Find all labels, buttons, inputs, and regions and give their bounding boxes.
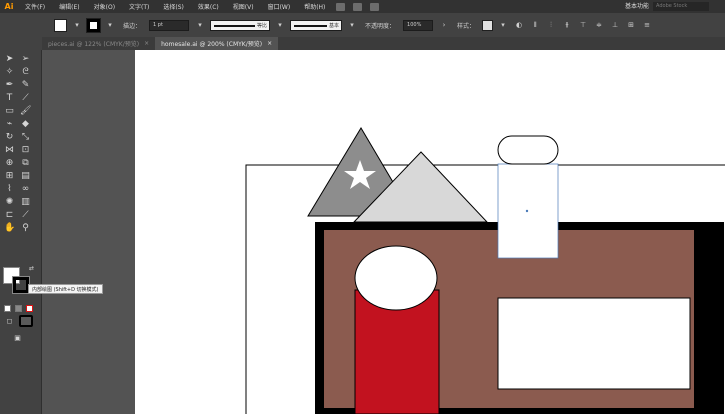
none-mode-icon[interactable] bbox=[26, 305, 33, 312]
graphic-style-swatch[interactable] bbox=[482, 19, 494, 31]
rectangle-tool-icon[interactable]: ▭ bbox=[4, 106, 15, 117]
paintbrush-tool-icon[interactable]: 🖌 bbox=[20, 106, 31, 117]
shaper-tool-icon[interactable]: ⌁ bbox=[4, 119, 15, 130]
stroke-swatch[interactable] bbox=[12, 276, 30, 294]
style-label: 样式： bbox=[457, 22, 476, 30]
close-icon[interactable]: × bbox=[144, 40, 149, 47]
selection-tool-icon[interactable]: ➤ bbox=[4, 54, 15, 65]
align-center-icon[interactable]: ⫶ bbox=[546, 20, 556, 30]
door-arch[interactable] bbox=[354, 245, 438, 311]
menu-object[interactable]: 对象(O) bbox=[87, 2, 122, 11]
symbol-sprayer-tool-icon[interactable]: ✺ bbox=[4, 197, 15, 208]
screen-mode-icon[interactable]: ▣ bbox=[12, 333, 23, 344]
chevron-down-icon[interactable]: ▾ bbox=[105, 20, 115, 30]
arrange-documents-icon[interactable] bbox=[370, 2, 380, 11]
chevron-down-icon[interactable]: ▾ bbox=[347, 20, 357, 30]
chevron-right-icon[interactable]: › bbox=[439, 20, 449, 30]
control-bar: ▾ ▾ 描边： 1 pt ▾ 等比 ▾ 基本 ▾ 不透明度： 100% › 样式… bbox=[0, 13, 725, 37]
scale-tool-icon[interactable]: ⤡ bbox=[20, 132, 31, 143]
recolor-artwork-icon[interactable]: ◐ bbox=[514, 20, 524, 30]
stroke-label: 描边： bbox=[123, 22, 142, 30]
tooltip: 内部绘图 (Shift+D 切换模式) bbox=[28, 284, 103, 294]
width-tool-icon[interactable]: ⋈ bbox=[4, 145, 15, 156]
lasso-tool-icon[interactable]: ᘓ bbox=[20, 67, 31, 78]
type-tool-icon[interactable]: T bbox=[4, 93, 15, 104]
magic-wand-tool-icon[interactable]: ✧ bbox=[4, 67, 15, 78]
artwork bbox=[245, 127, 725, 414]
workspace-switcher[interactable]: 基本功能 bbox=[625, 1, 649, 10]
artboard-tool-icon[interactable]: ⊏ bbox=[4, 210, 15, 221]
blend-tool-icon[interactable]: ∞ bbox=[20, 184, 31, 195]
curvature-tool-icon[interactable]: ✎ bbox=[20, 80, 31, 91]
chevron-down-icon[interactable]: ▾ bbox=[195, 20, 205, 30]
align-left-icon[interactable]: ⫴ bbox=[530, 20, 540, 30]
document-canvas[interactable] bbox=[135, 50, 725, 414]
stock-icon[interactable] bbox=[353, 2, 363, 11]
gradient-tool-icon[interactable]: ▤ bbox=[20, 171, 31, 182]
tab-label: pieces.ai @ 122% (CMYK/预览) bbox=[48, 41, 140, 48]
profile-label: 等比 bbox=[257, 22, 268, 29]
zoom-tool-icon[interactable]: ⚲ bbox=[20, 223, 31, 234]
opacity-input[interactable]: 100% bbox=[403, 19, 434, 31]
stroke-color-swatch[interactable] bbox=[86, 17, 101, 33]
panel-menu-icon[interactable]: ≡ bbox=[642, 20, 652, 30]
eraser-tool-icon[interactable]: ◆ bbox=[20, 119, 31, 130]
transform-icon[interactable]: ⊞ bbox=[626, 20, 636, 30]
rotate-tool-icon[interactable]: ↻ bbox=[4, 132, 15, 143]
draw-inside-button[interactable] bbox=[19, 315, 33, 327]
align-top-icon[interactable]: ⊤ bbox=[578, 20, 588, 30]
menu-window[interactable]: 窗口(W) bbox=[261, 2, 298, 11]
eyedropper-tool-icon[interactable]: ⌇ bbox=[4, 184, 15, 195]
bridge-icon[interactable] bbox=[336, 2, 346, 11]
variable-width-profile[interactable]: 等比 bbox=[210, 19, 271, 31]
draw-normal-icon[interactable]: ◻ bbox=[4, 316, 15, 327]
stock-search-input[interactable]: Adobe Stock bbox=[653, 2, 709, 11]
gradient-mode-icon[interactable] bbox=[15, 305, 22, 312]
swap-fill-stroke-icon[interactable]: ⇄ bbox=[26, 263, 37, 274]
align-middle-icon[interactable]: ≑ bbox=[594, 20, 604, 30]
chimney-cap[interactable] bbox=[497, 135, 559, 165]
menu-file[interactable]: 文件(F) bbox=[18, 2, 52, 11]
center-point bbox=[525, 209, 529, 213]
fill-color-swatch[interactable] bbox=[54, 18, 67, 32]
color-mode-icon[interactable] bbox=[4, 305, 11, 312]
direct-selection-tool-icon[interactable]: ➢ bbox=[20, 54, 31, 65]
line-tool-icon[interactable]: ⟋ bbox=[20, 93, 31, 104]
close-icon[interactable]: × bbox=[267, 40, 272, 47]
window[interactable] bbox=[497, 297, 691, 390]
menu-edit[interactable]: 编辑(E) bbox=[52, 2, 86, 11]
tab-label: homesale.ai @ 200% (CMYK/预览) bbox=[161, 41, 263, 48]
perspective-grid-tool-icon[interactable]: ⧉ bbox=[20, 158, 31, 169]
align-bottom-icon[interactable]: ⊥ bbox=[610, 20, 620, 30]
document-tabs: pieces.ai @ 122% (CMYK/预览) × homesale.ai… bbox=[42, 37, 725, 50]
menu-effect[interactable]: 效果(C) bbox=[191, 2, 226, 11]
opacity-label: 不透明度： bbox=[365, 22, 396, 30]
chevron-down-icon[interactable]: ▾ bbox=[72, 20, 82, 30]
shape-builder-tool-icon[interactable]: ⊕ bbox=[4, 158, 15, 169]
app-logo: Ai bbox=[4, 2, 14, 11]
menu-type[interactable]: 文字(T) bbox=[122, 2, 156, 11]
menu-bar: Ai 文件(F) 编辑(E) 对象(O) 文字(T) 选择(S) 效果(C) 视… bbox=[0, 0, 725, 13]
mesh-tool-icon[interactable]: ⊞ bbox=[4, 171, 15, 182]
brush-label: 基本 bbox=[329, 22, 340, 29]
pen-tool-icon[interactable]: ✒ bbox=[4, 80, 15, 91]
brush-definition[interactable]: 基本 bbox=[290, 19, 343, 31]
column-graph-tool-icon[interactable]: ▥ bbox=[20, 197, 31, 208]
menu-help[interactable]: 帮助(H) bbox=[297, 2, 332, 11]
chevron-down-icon[interactable]: ▾ bbox=[275, 20, 285, 30]
stroke-weight-input[interactable]: 1 pt bbox=[149, 19, 190, 31]
align-right-icon[interactable]: ⫵ bbox=[562, 20, 572, 30]
chevron-down-icon[interactable]: ▾ bbox=[498, 20, 508, 30]
menu-view[interactable]: 视图(V) bbox=[226, 2, 261, 11]
tab-homesale[interactable]: homesale.ai @ 200% (CMYK/预览) × bbox=[155, 37, 279, 50]
slice-tool-icon[interactable]: ⟋ bbox=[20, 210, 31, 221]
free-transform-tool-icon[interactable]: ⊡ bbox=[20, 145, 31, 156]
hand-tool-icon[interactable]: ✋ bbox=[4, 223, 15, 234]
tab-pieces[interactable]: pieces.ai @ 122% (CMYK/预览) × bbox=[42, 37, 156, 50]
menu-select[interactable]: 选择(S) bbox=[156, 2, 191, 11]
tools-panel: ➤ ➢ ✧ ᘓ ✒ ✎ T ⟋ ▭ 🖌 ⌁ ◆ ↻ ⤡ ⋈ ⊡ ⊕ ⧉ ⊞ ▤ … bbox=[0, 50, 42, 414]
